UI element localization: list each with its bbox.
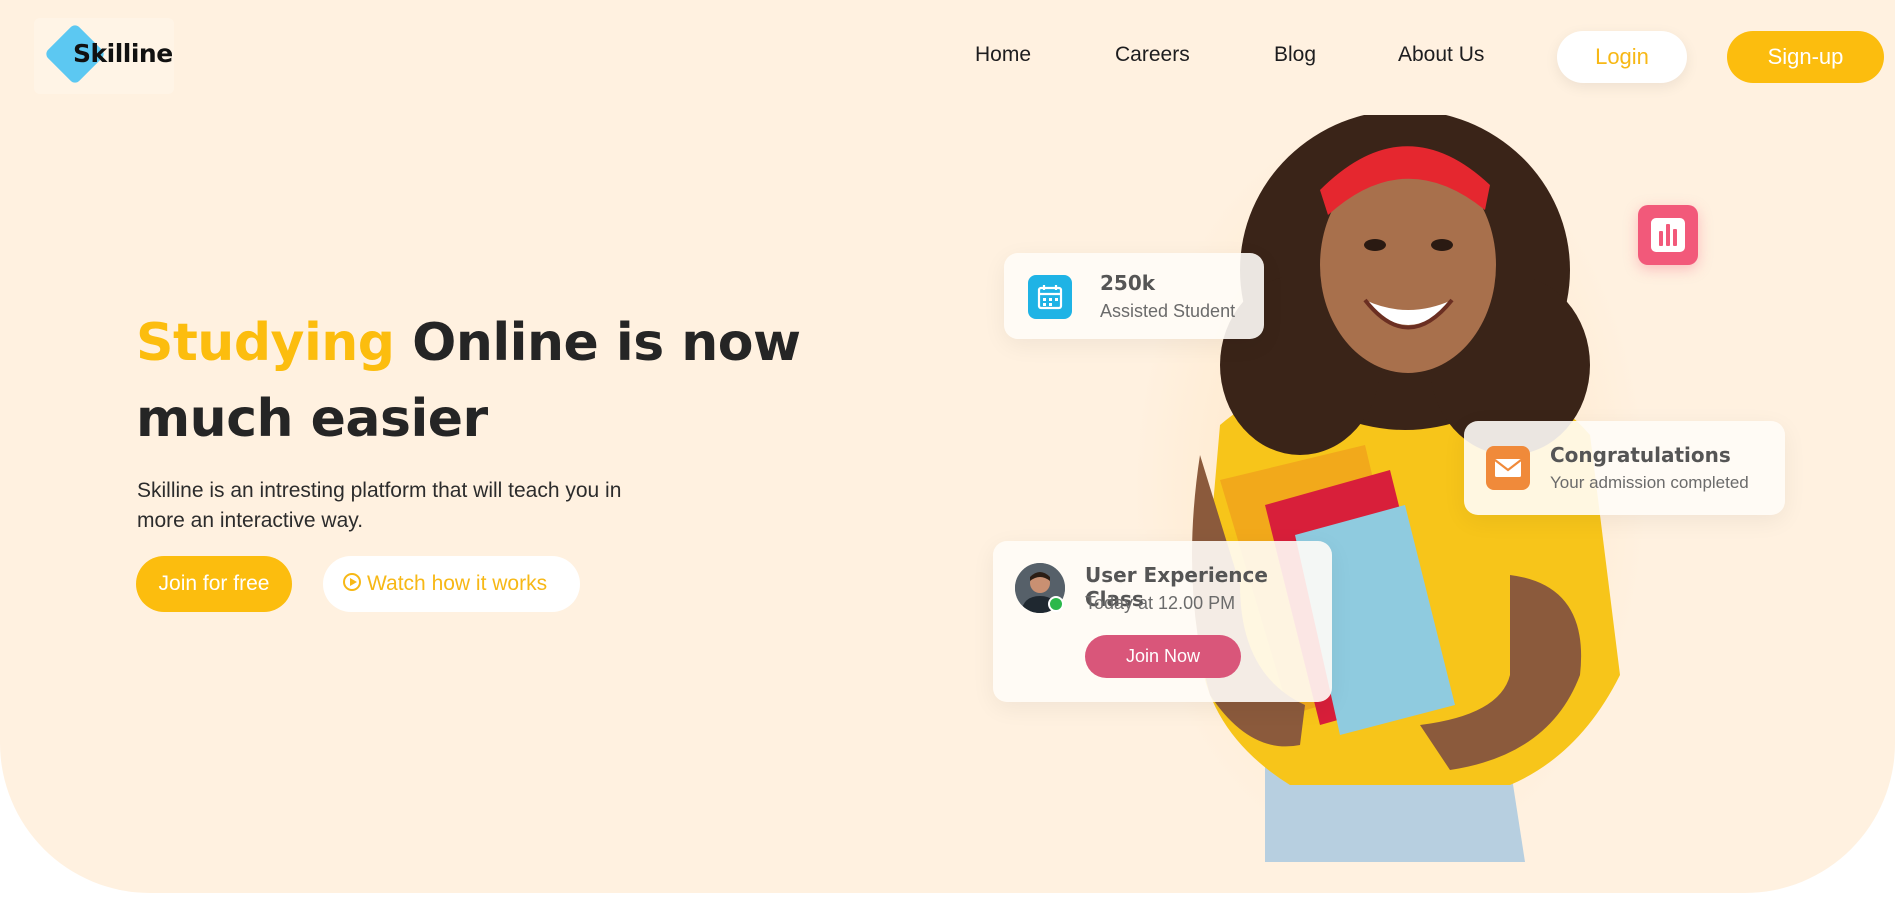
class-card: User Experience Class Today at 12.00 PM … (993, 541, 1332, 702)
congrats-subtitle: Your admission completed (1550, 473, 1749, 492)
play-icon (343, 573, 361, 591)
join-now-button[interactable]: Join Now (1085, 635, 1241, 678)
nav-about-us[interactable]: About Us (1398, 43, 1484, 67)
watch-how-it-works-button[interactable]: Watch how it works (323, 556, 580, 612)
watch-label: Watch how it works (367, 572, 548, 595)
logo[interactable]: Skilline (34, 18, 174, 94)
congrats-title: Congratulations (1550, 443, 1731, 467)
nav-home[interactable]: Home (975, 43, 1031, 67)
join-for-free-button[interactable]: Join for free (136, 556, 292, 612)
students-count: 250k (1100, 271, 1156, 295)
congratulations-card: Congratulations Your admission completed (1464, 421, 1785, 515)
online-status-dot (1048, 596, 1064, 612)
nav-careers[interactable]: Careers (1115, 43, 1190, 67)
signup-button[interactable]: Sign-up (1727, 31, 1884, 83)
nav-blog[interactable]: Blog (1274, 43, 1316, 67)
login-button[interactable]: Login (1557, 31, 1687, 83)
students-card: 250k Assisted Student (1004, 253, 1264, 339)
calendar-icon (1028, 275, 1072, 319)
mail-icon (1486, 446, 1530, 490)
class-time: Today at 12.00 PM (1085, 593, 1236, 613)
hero-headline: Studying Online is now much easier (136, 305, 916, 457)
hero-subtext: Skilline is an intresting platform that … (137, 479, 622, 532)
headline-highlight: Studying (136, 313, 395, 373)
bar-chart-icon[interactable] (1638, 205, 1698, 265)
students-label: Assisted Student (1100, 301, 1236, 321)
logo-text: Skilline (73, 39, 173, 68)
